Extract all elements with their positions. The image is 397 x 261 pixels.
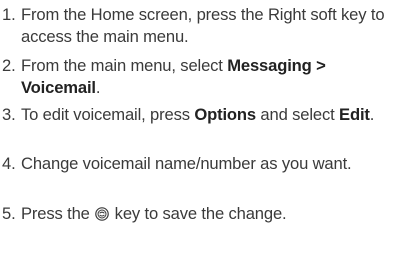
step-text: Change voicemail name/number as you want… bbox=[21, 154, 352, 173]
step-text: From the Home screen, press the Right so… bbox=[21, 5, 385, 46]
step-number: 1. bbox=[2, 5, 16, 24]
ok-key-icon bbox=[95, 205, 110, 221]
step-text-post: key to save the change. bbox=[110, 204, 287, 223]
step-text-post: . bbox=[369, 105, 375, 124]
step-number: 2. bbox=[2, 56, 16, 75]
step-text: To edit voicemail, press Options and sel… bbox=[21, 104, 390, 126]
step-number: 3. bbox=[2, 105, 16, 124]
step-number: 5. bbox=[2, 204, 16, 223]
step-text-pre: To edit voicemail, press bbox=[21, 105, 195, 124]
edit-label: Edit bbox=[339, 105, 370, 124]
instruction-page: 1. From the Home screen, press the Right… bbox=[0, 0, 397, 261]
step-1: 1. From the Home screen, press the Right… bbox=[0, 4, 390, 48]
options-label: Options bbox=[194, 105, 256, 124]
step-3: 3. To edit voicemail, press Options and … bbox=[0, 104, 390, 126]
step-text-mid: and select bbox=[255, 105, 340, 124]
step-number: 4. bbox=[2, 154, 16, 173]
step-text: Press the key to save the change. bbox=[21, 203, 390, 225]
step-4: 4. Change voicemail name/number as you w… bbox=[0, 153, 390, 175]
step-text: From the main menu, select Messaging > V… bbox=[21, 55, 390, 99]
step-text-post: . bbox=[95, 78, 101, 97]
step-2: 2. From the main menu, select Messaging … bbox=[0, 55, 390, 99]
step-text-pre: From the main menu, select bbox=[21, 56, 228, 75]
step-text-pre: Press the bbox=[21, 204, 95, 223]
step-5: 5. Press the key to save the change. bbox=[0, 203, 390, 225]
